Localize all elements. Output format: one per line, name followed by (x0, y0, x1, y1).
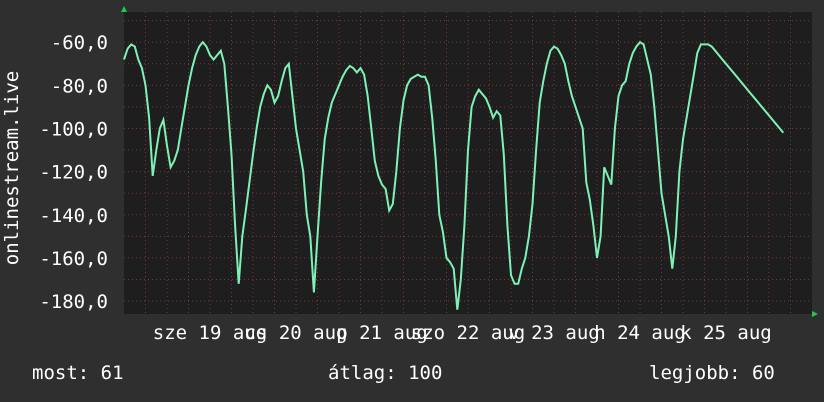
stat-average: átlag: 100 (328, 362, 443, 384)
x-axis-ticks: sze 19 augcs 20 augp 21 augszo 22 augv 2… (153, 322, 772, 344)
x-axis-arrow-icon (812, 311, 818, 317)
y-axis-label: onlinestream.live (1, 70, 23, 266)
chart-panel: -60,0 -80,0 -100,0 -120,0 -140,0 -160,0 -180,0… (0, 0, 824, 402)
y-tick-label: -180,0 (39, 291, 108, 313)
y-tick-label: -80,0 (51, 75, 108, 97)
y-tick-label: -160,0 (39, 248, 108, 270)
stat-best: legjobb: 60 (649, 362, 775, 384)
stat-current: most: 61 (32, 362, 124, 384)
x-tick-label: cs 20 aug (245, 322, 348, 344)
y-tick-label: -100,0 (39, 118, 108, 140)
x-tick-label: k 25 aug (680, 322, 772, 344)
y-tick-label: -60,0 (51, 32, 108, 54)
y-tick-label: -140,0 (39, 205, 108, 227)
y-tick-label: -120,0 (39, 162, 108, 184)
x-tick-label: v 23 aug (508, 322, 600, 344)
chart: -60,0 -80,0 -100,0 -120,0 -140,0 -160,0 -180,0… (39, 6, 818, 344)
y-axis-ticks: -60,0 -80,0 -100,0 -120,0 -140,0 -160,0 -180,0 (39, 32, 108, 313)
y-axis-arrow-icon (121, 6, 127, 12)
y-axis-label-wrap: onlinestream.live (0, 0, 23, 402)
x-tick-label: h 24 aug (594, 322, 686, 344)
